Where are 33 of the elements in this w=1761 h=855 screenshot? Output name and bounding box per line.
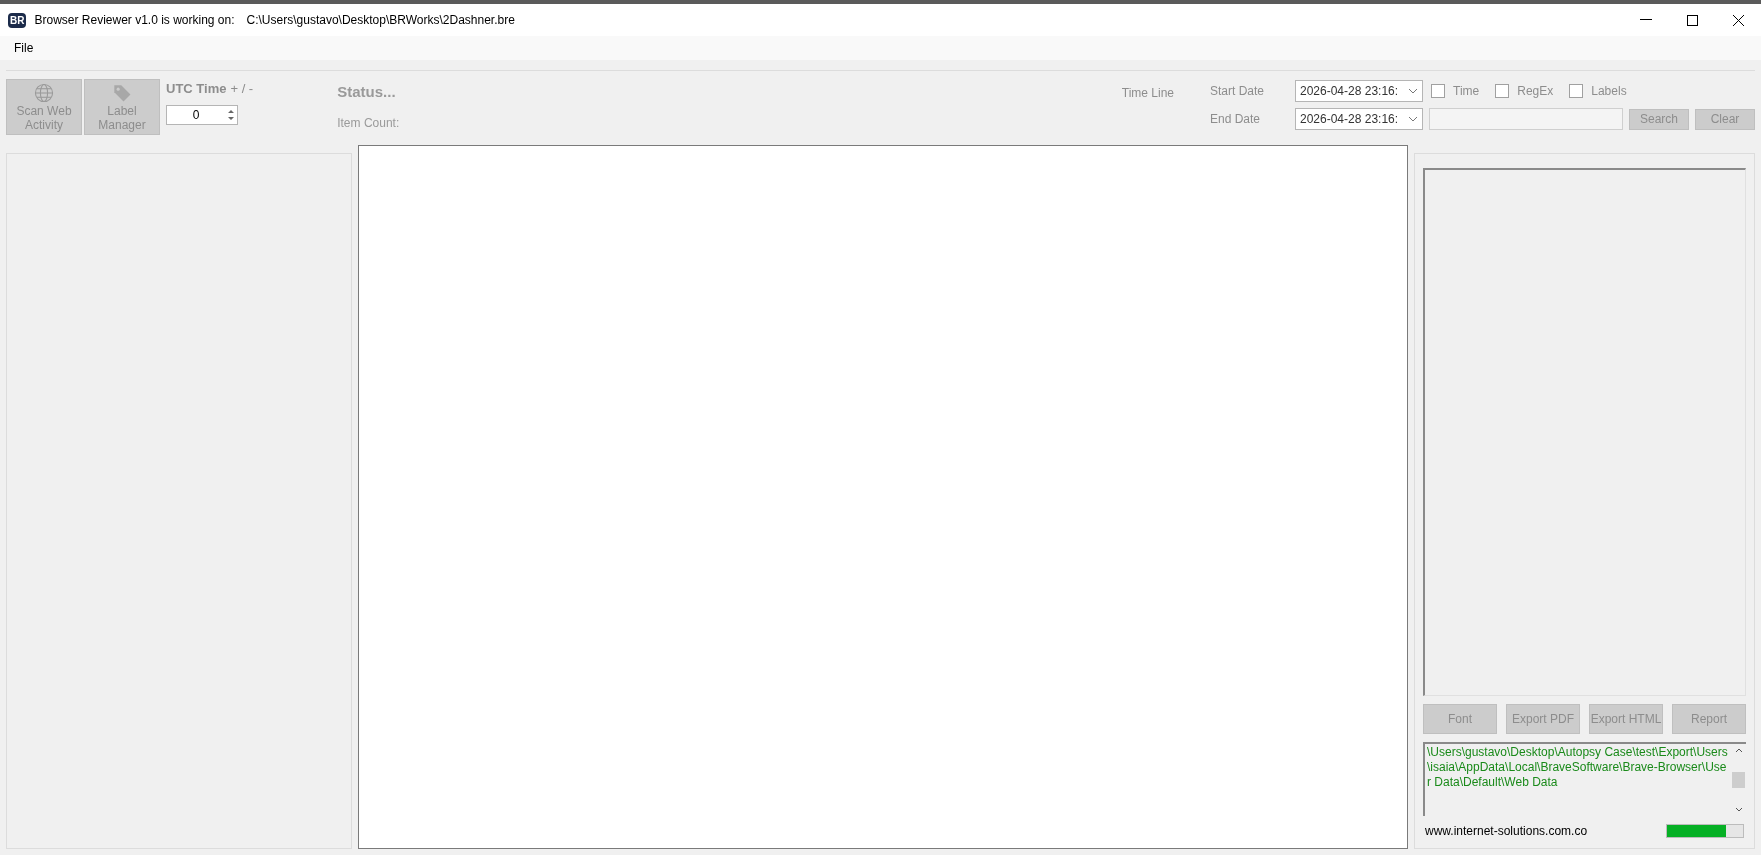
utc-label: UTC Time xyxy=(166,80,227,98)
checkbox-label: RegEx xyxy=(1517,83,1554,100)
timeline-label: Time Line xyxy=(1121,85,1174,102)
scrollbar-thumb[interactable] xyxy=(1732,772,1745,788)
website-link[interactable]: www.internet-solutions.com.co xyxy=(1425,822,1588,840)
utc-spinner[interactable]: 0 xyxy=(166,104,238,125)
checkbox[interactable] xyxy=(1569,84,1584,98)
scroll-down-icon[interactable] xyxy=(1734,807,1743,812)
checkbox[interactable] xyxy=(1431,84,1445,98)
date-picker[interactable]: 2026-04-28 23:16: xyxy=(1295,80,1423,102)
checkbox[interactable] xyxy=(1495,84,1510,98)
start-date-label: Start Date xyxy=(1210,83,1266,100)
tag-icon xyxy=(112,83,132,103)
caret-icon xyxy=(1408,116,1418,122)
date-picker[interactable]: 2026-04-28 23:16: xyxy=(1295,108,1423,130)
file-path: C:\Users\gustavo\Desktop\BRWorks\2Dashner.bre xyxy=(246,12,515,29)
checkbox-label: Labels xyxy=(1591,83,1627,100)
item-count: Item Count: xyxy=(337,114,400,132)
caret-icon xyxy=(1408,88,1418,94)
scroll-up-icon[interactable] xyxy=(1734,748,1743,753)
app-logo: BR xyxy=(8,12,27,28)
status-text: Status... xyxy=(337,82,397,102)
maximize-icon xyxy=(1686,14,1698,26)
window-title: Browser Reviewer v1.0 is working on: xyxy=(34,12,235,29)
log-text: \Users\gustavo\Desktop\Autopsy Case\test\Export\Users\isaia\AppData\Local\BraveSoftware\Brave-Browser\User Data\Default\Web Data xyxy=(1426,744,1729,791)
search-field[interactable] xyxy=(1429,108,1623,130)
close-icon xyxy=(1732,14,1744,26)
minimize-icon xyxy=(1640,19,1652,21)
utc-suffix: + / - xyxy=(230,80,254,98)
globe-icon xyxy=(34,83,54,103)
checkbox-label: Time xyxy=(1453,83,1480,100)
end-date-label: End Date xyxy=(1210,111,1262,128)
menu-item[interactable]: File xyxy=(8,39,40,57)
